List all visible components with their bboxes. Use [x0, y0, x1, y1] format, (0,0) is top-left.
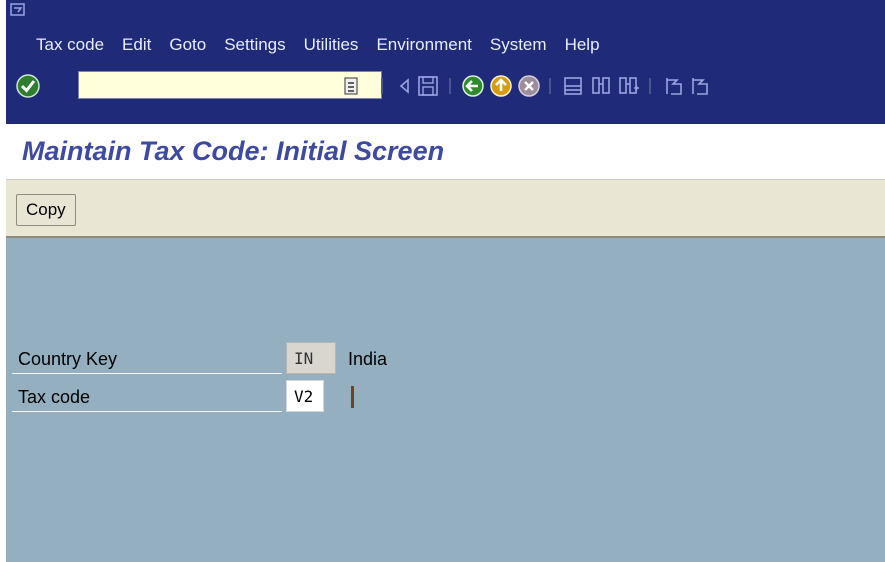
first-page-icon[interactable]: [661, 74, 685, 98]
cancel-icon[interactable]: [517, 74, 541, 98]
tax-code-field[interactable]: V2: [286, 380, 324, 412]
country-key-row: Country Key IN India: [12, 342, 512, 374]
system-menu-icon[interactable]: [10, 3, 26, 17]
menu-edit[interactable]: Edit: [122, 34, 151, 56]
enter-icon[interactable]: [15, 73, 41, 99]
title-bar: Maintain Tax Code: Initial Screen: [6, 124, 885, 180]
tax-code-row: Tax code V2: [12, 380, 512, 412]
menu-tax-code[interactable]: Tax code: [36, 34, 104, 56]
command-field[interactable]: [78, 71, 382, 99]
country-key-field: IN: [286, 342, 336, 374]
standard-toolbar: [6, 62, 885, 124]
toolbar-separator: [649, 78, 651, 94]
find-next-icon[interactable]: [617, 74, 641, 98]
print-icon[interactable]: [561, 74, 585, 98]
toolbar-separator: [549, 78, 551, 94]
text-cursor: [351, 386, 354, 408]
menu-environment[interactable]: Environment: [376, 34, 471, 56]
back-icon[interactable]: [461, 74, 485, 98]
previous-page-icon[interactable]: [687, 74, 711, 98]
application-toolbar: Copy: [6, 180, 885, 238]
copy-button[interactable]: Copy: [16, 194, 76, 226]
country-name: India: [348, 349, 388, 369]
menu-goto[interactable]: Goto: [169, 34, 206, 56]
menu-help[interactable]: Help: [565, 34, 600, 56]
work-area: Country Key IN India Tax code V2: [6, 238, 885, 562]
save-icon[interactable]: [416, 74, 440, 98]
exit-icon[interactable]: [489, 74, 513, 98]
find-icon[interactable]: [589, 74, 613, 98]
toolbar-separator: [449, 78, 451, 94]
menu-utilities[interactable]: Utilities: [304, 34, 359, 56]
command-list-icon[interactable]: [343, 77, 359, 95]
menu-settings[interactable]: Settings: [224, 34, 285, 56]
menu-items: Tax code Edit Goto Settings Utilities En…: [36, 34, 618, 56]
page-title: Maintain Tax Code: Initial Screen: [22, 136, 445, 166]
tax-code-label: Tax code: [12, 380, 282, 412]
menu-bar: Tax code Edit Goto Settings Utilities En…: [6, 0, 885, 62]
country-key-label: Country Key: [12, 342, 282, 374]
toolbar-separator: [381, 78, 383, 94]
back-arrow-icon[interactable]: [393, 74, 417, 98]
menu-system[interactable]: System: [490, 34, 547, 56]
sap-window: Tax code Edit Goto Settings Utilities En…: [0, 0, 885, 562]
